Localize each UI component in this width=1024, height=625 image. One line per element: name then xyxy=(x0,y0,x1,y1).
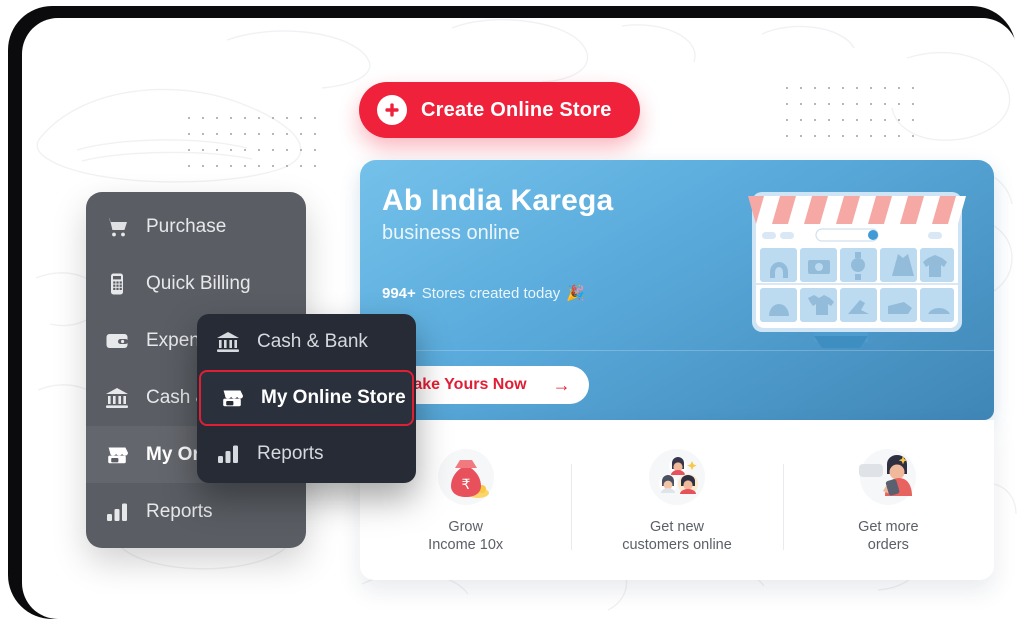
sidebar-item-label: Purchase xyxy=(146,215,227,237)
feature-line2: orders xyxy=(867,537,909,553)
submenu-item-label: My Online Store xyxy=(261,387,406,408)
create-online-store-label: Create Online Store xyxy=(421,98,612,121)
arrow-right-icon: → xyxy=(552,375,571,395)
feature-line2: Income 10x xyxy=(428,537,504,553)
feature-line2: customers online xyxy=(622,537,732,553)
submenu-item-reports[interactable]: Reports xyxy=(197,426,416,482)
submenu-item-my-online-store[interactable]: My Online Store xyxy=(199,370,414,426)
bank-icon xyxy=(104,385,130,411)
app-screen: Create Online Store Ab India Karega busi… xyxy=(22,18,1018,619)
create-online-store-button[interactable]: Create Online Store xyxy=(359,82,640,138)
promo-subtitle: business online xyxy=(382,222,520,244)
sidebar-item-label: Quick Billing xyxy=(146,272,251,294)
sidebar-item-purchase[interactable]: Purchase xyxy=(86,198,306,255)
promo-title: Ab India Karega xyxy=(382,184,614,217)
dot-grid-right xyxy=(780,80,916,138)
feature-line1: Get more xyxy=(858,519,919,535)
stores-created-stat: 994+ Stores created today 🎉 xyxy=(382,284,585,303)
party-popper-icon: 🎉 xyxy=(566,285,585,302)
bar-chart-icon xyxy=(215,441,241,467)
feature-caption: Get more orders xyxy=(858,518,918,554)
bar-chart-icon xyxy=(104,499,130,525)
feature-caption: Get new customers online xyxy=(622,518,732,554)
online-storefront-illustration xyxy=(742,184,972,364)
sidebar-item-quick-billing[interactable]: Quick Billing xyxy=(86,255,306,312)
make-yours-now-label: Make Yours Now xyxy=(400,376,527,393)
customers-group-icon xyxy=(646,446,708,508)
submenu-item-label: Cash & Bank xyxy=(257,331,368,352)
submenu-item-cash-and-bank[interactable]: Cash & Bank xyxy=(197,314,416,370)
features-card: ₹ Grow Income 10x Get new customers onli… xyxy=(360,420,994,580)
submenu-flyout: Cash & Bank My Online Store Reports xyxy=(197,314,416,483)
feature-item: Get new customers online xyxy=(571,446,782,554)
device-frame: Create Online Store Ab India Karega busi… xyxy=(8,6,1018,619)
calculator-icon xyxy=(104,271,130,297)
money-bag-icon: ₹ xyxy=(435,446,497,508)
stores-created-count: 994+ xyxy=(382,284,416,302)
stores-created-text: Stores created today xyxy=(421,284,561,302)
feature-line1: Get new xyxy=(649,519,704,535)
store-icon xyxy=(219,385,245,411)
promo-banner-card: Ab India Karega business online 994+ Sto… xyxy=(360,160,994,420)
store-icon xyxy=(104,442,130,468)
submenu-item-label: Reports xyxy=(257,443,324,464)
feature-item: Get more orders xyxy=(782,446,994,554)
feature-line1: Grow xyxy=(448,519,483,535)
screenshot-root: Create Online Store Ab India Karega busi… xyxy=(0,0,1024,625)
plus-circle-icon xyxy=(377,95,407,125)
sidebar-item-reports[interactable]: Reports xyxy=(86,483,306,540)
dot-grid-left xyxy=(182,110,318,168)
sidebar-item-label: Reports xyxy=(146,500,213,522)
wallet-icon xyxy=(104,328,130,354)
svg-text:₹: ₹ xyxy=(461,478,470,493)
bank-icon xyxy=(215,329,241,355)
person-megaphone-icon xyxy=(857,446,919,508)
shopping-cart-icon xyxy=(104,214,130,240)
feature-caption: Grow Income 10x xyxy=(428,518,503,554)
